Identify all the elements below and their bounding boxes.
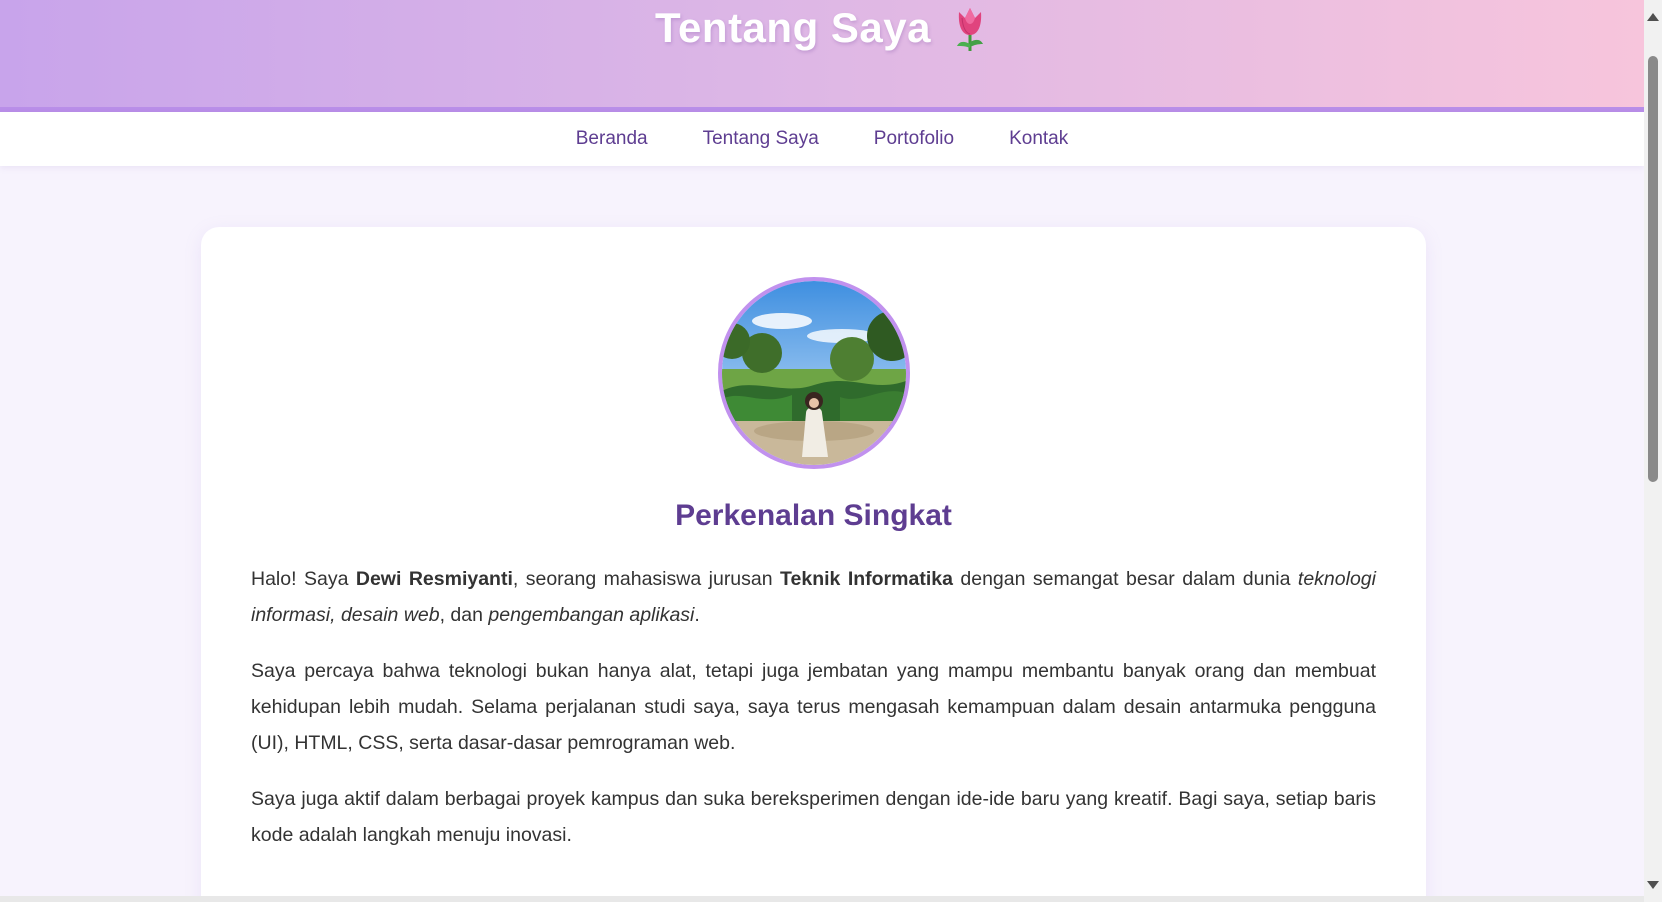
- site-title-text: Tentang Saya: [655, 4, 931, 51]
- major-name: Teknik Informatika: [780, 568, 953, 590]
- belief-paragraph: Saya percaya bahwa teknologi bukan hanya…: [251, 660, 1376, 754]
- section-title: Perkenalan Singkat: [675, 499, 952, 532]
- scroll-up-icon[interactable]: [1644, 8, 1662, 26]
- page-viewport: Tentang Saya Beranda Tentang Saya Portof…: [0, 0, 1644, 902]
- intro-text: , dan: [439, 604, 489, 626]
- window-bottom-edge: [0, 896, 1644, 902]
- intro-text: Halo! Saya: [251, 568, 356, 590]
- nav-link-portofolio[interactable]: Portofolio: [874, 128, 954, 150]
- scrollbar-thumb[interactable]: [1648, 56, 1658, 482]
- nav-link-kontak[interactable]: Kontak: [1009, 128, 1068, 150]
- nav-link-beranda[interactable]: Beranda: [576, 128, 648, 150]
- intro-paragraph: Halo! Saya Dewi Resmiyanti, seorang maha…: [251, 561, 1376, 633]
- site-title: Tentang Saya: [0, 4, 1644, 52]
- tulip-icon: [951, 4, 989, 52]
- intro-text: .: [694, 604, 700, 626]
- student-name: Dewi Resmiyanti: [355, 568, 513, 590]
- intro-text: dengan semangat besar dalam dunia: [952, 568, 1298, 590]
- intro-text: , seorang mahasiswa jurusan: [512, 568, 781, 590]
- vertical-scrollbar[interactable]: [1644, 0, 1662, 902]
- nav-link-tentang-saya[interactable]: Tentang Saya: [703, 128, 819, 150]
- main-nav: Beranda Tentang Saya Portofolio Kontak: [0, 112, 1644, 166]
- about-card: Perkenalan Singkat Halo! Saya Dewi Resmi…: [201, 227, 1426, 902]
- focus-area: pengembangan aplikasi: [488, 604, 695, 626]
- scroll-down-icon[interactable]: [1644, 876, 1662, 894]
- header-banner: Tentang Saya: [0, 0, 1644, 112]
- profile-photo: [718, 277, 910, 469]
- activity-paragraph: Saya juga aktif dalam berbagai proyek ka…: [251, 788, 1376, 846]
